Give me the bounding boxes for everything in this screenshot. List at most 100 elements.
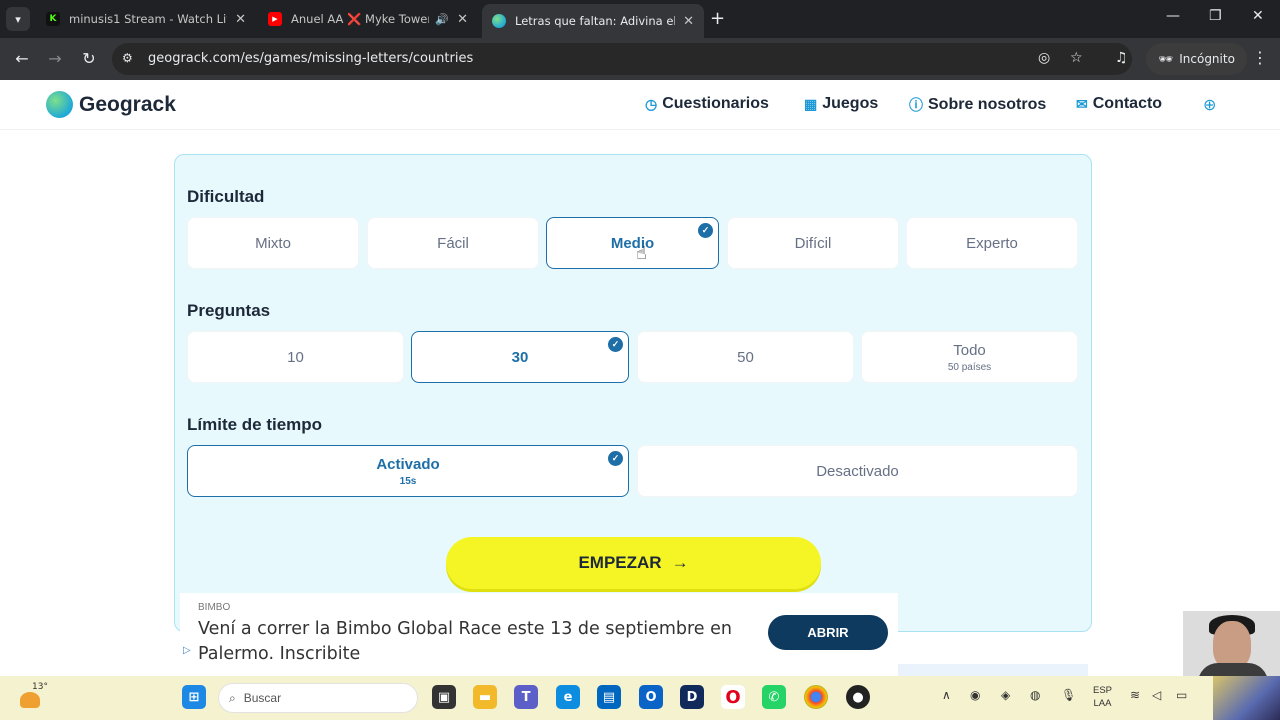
- time-limit-option-desactivado[interactable]: Desactivado: [637, 445, 1078, 497]
- ad-text[interactable]: Vení a correr la Bimbo Global Race este …: [198, 617, 738, 667]
- option-label: Todo: [953, 341, 986, 359]
- questions-option-10[interactable]: 10: [187, 331, 404, 383]
- nav-link-juegos[interactable]: ▦ Juegos: [804, 95, 878, 113]
- keyboard-language[interactable]: ESP LAA: [1093, 684, 1112, 710]
- clock-icon: ◷: [645, 95, 658, 112]
- time-limit-option-activado[interactable]: Activado 15s ✓: [187, 445, 629, 497]
- selected-check-icon: ✓: [608, 451, 623, 466]
- tab-youtube-video[interactable]: ▶ Anuel AA ❌ Myke Towers , 🔊 ✕: [258, 6, 478, 32]
- webcam-face: [1213, 621, 1251, 669]
- tab-geograck-active[interactable]: Letras que faltan: Adivina el no ✕: [482, 4, 704, 38]
- site-info-icon[interactable]: ⚙: [122, 51, 133, 65]
- questions-option-todo[interactable]: Todo 50 países: [861, 331, 1078, 383]
- tray-overflow-icon[interactable]: ∧: [942, 688, 951, 702]
- windows-start-icon[interactable]: ⊞: [182, 685, 206, 709]
- wifi-icon[interactable]: ≋: [1130, 688, 1140, 702]
- webcam-shirt: [1198, 663, 1268, 676]
- option-label: Desactivado: [816, 462, 899, 480]
- selected-check-icon: ✓: [608, 337, 623, 352]
- adchoices-icon[interactable]: ▷: [183, 645, 191, 656]
- tray-security-icon[interactable]: ◈: [1001, 688, 1010, 702]
- bookmark-star-icon[interactable]: ☆: [1070, 50, 1083, 66]
- difficulty-option-facil[interactable]: Fácil: [367, 217, 539, 269]
- difficulty-option-dificil[interactable]: Difícil: [727, 217, 899, 269]
- questions-option-30[interactable]: 30 ✓: [411, 331, 629, 383]
- tab-close-icon[interactable]: ✕: [683, 14, 694, 29]
- disney-plus-icon[interactable]: D: [680, 685, 704, 709]
- tab-close-icon[interactable]: ✕: [457, 12, 468, 27]
- start-game-button[interactable]: EMPEZAR →: [446, 537, 821, 589]
- webcam-overlay: [1183, 611, 1280, 676]
- edge-icon[interactable]: e: [556, 685, 580, 709]
- url-text[interactable]: geograck.com/es/games/missing-letters/co…: [148, 51, 473, 66]
- notification-area-image[interactable]: [1213, 676, 1280, 720]
- volume-icon[interactable]: ◁: [1152, 688, 1161, 702]
- file-explorer-icon[interactable]: ▬: [473, 685, 497, 709]
- questions-option-50[interactable]: 50: [637, 331, 854, 383]
- tray-app-icon[interactable]: ◉: [970, 688, 980, 702]
- audio-playing-icon[interactable]: 🔊: [435, 13, 449, 26]
- incognito-label: Incógnito: [1179, 52, 1235, 66]
- info-icon: ⓘ: [909, 97, 923, 113]
- mail-icon: ✉: [1076, 95, 1088, 112]
- content-edge: [898, 664, 1088, 676]
- tab-title: Anuel AA ❌ Myke Towers ,: [291, 12, 429, 26]
- advertisement-banner[interactable]: BIMBO Vení a correr la Bimbo Global Race…: [180, 593, 898, 676]
- chrome-icon[interactable]: [804, 685, 828, 709]
- weather-temp: 13°: [32, 682, 48, 692]
- option-label: 50: [737, 348, 754, 366]
- address-bar[interactable]: ⚙ geograck.com/es/games/missing-letters/…: [112, 43, 1132, 75]
- language-code: ESP: [1093, 685, 1113, 696]
- site-header: Geograck ◷ Cuestionarios ▦ Juegos ⓘ Sobr…: [0, 80, 1280, 130]
- microphone-icon[interactable]: 🎙: [1061, 688, 1076, 702]
- tab-kick-stream[interactable]: K minusis1 Stream - Watch Live o ✕: [36, 6, 256, 32]
- ad-open-button[interactable]: ABRIR: [768, 615, 888, 650]
- incognito-icon: 🕶: [1158, 52, 1174, 66]
- back-arrow-icon[interactable]: ←: [12, 49, 32, 68]
- new-tab-plus-icon[interactable]: +: [710, 8, 725, 29]
- option-label: Activado: [376, 455, 440, 473]
- media-controls-icon[interactable]: ♫: [1115, 50, 1128, 66]
- browser-toolbar: ← → ↻ ⚙ geograck.com/es/games/missing-le…: [0, 38, 1280, 80]
- option-label: 30: [511, 348, 529, 366]
- nav-link-cuestionarios[interactable]: ◷ Cuestionarios: [645, 95, 769, 113]
- battery-icon[interactable]: ▭: [1176, 688, 1187, 702]
- incognito-profile-button[interactable]: 🕶 Incógnito: [1146, 43, 1247, 75]
- nav-link-sobre-nosotros[interactable]: ⓘ Sobre nosotros: [909, 95, 1046, 115]
- tray-chrome-icon[interactable]: ◍: [1030, 688, 1040, 702]
- geograck-favicon-icon: [492, 14, 506, 28]
- minimize-window-icon[interactable]: —: [1166, 8, 1180, 24]
- language-globe-icon[interactable]: ⊕: [1203, 95, 1216, 114]
- nav-link-contacto[interactable]: ✉ Contacto: [1076, 95, 1162, 113]
- store-icon[interactable]: ▤: [597, 685, 621, 709]
- restore-window-icon[interactable]: ❐: [1209, 8, 1222, 24]
- weather-widget[interactable]: 13°: [18, 682, 48, 710]
- option-sublabel: 15s: [399, 475, 417, 487]
- difficulty-option-mixto[interactable]: Mixto: [187, 217, 359, 269]
- option-label: Fácil: [437, 234, 469, 252]
- difficulty-option-experto[interactable]: Experto: [906, 217, 1078, 269]
- site-logo[interactable]: Geograck: [46, 91, 176, 118]
- globe-logo-icon: [46, 91, 73, 118]
- close-window-icon[interactable]: ✕: [1252, 8, 1264, 24]
- outlook-icon[interactable]: O: [639, 685, 663, 709]
- teams-icon[interactable]: T: [514, 685, 538, 709]
- reload-icon[interactable]: ↻: [79, 49, 99, 68]
- taskbar-search[interactable]: ⌕ Buscar: [218, 683, 418, 713]
- difficulty-title: Dificultad: [187, 187, 265, 206]
- task-view-icon[interactable]: ▣: [432, 685, 456, 709]
- whatsapp-icon[interactable]: ✆: [762, 685, 786, 709]
- eye-slash-icon[interactable]: ◎: [1038, 50, 1050, 66]
- tab-title: Letras que faltan: Adivina el no: [515, 14, 676, 28]
- browser-menu-icon[interactable]: ⋮: [1252, 48, 1268, 67]
- obs-icon[interactable]: ●: [846, 685, 870, 709]
- difficulty-option-medio[interactable]: Medio ✓: [546, 217, 719, 269]
- questions-title: Preguntas: [187, 301, 271, 320]
- nav-label: Juegos: [822, 95, 879, 112]
- forward-arrow-icon[interactable]: →: [45, 49, 65, 68]
- windows-taskbar: 13° ⊞ ⌕ Buscar ▣ ▬ T e ▤ O D O ✆ ● ∧ ◉ ◈…: [0, 676, 1280, 720]
- opera-icon[interactable]: O: [721, 685, 745, 709]
- tab-close-icon[interactable]: ✕: [235, 12, 246, 27]
- tab-search-button[interactable]: ▾: [6, 7, 30, 31]
- option-label: Difícil: [794, 234, 832, 252]
